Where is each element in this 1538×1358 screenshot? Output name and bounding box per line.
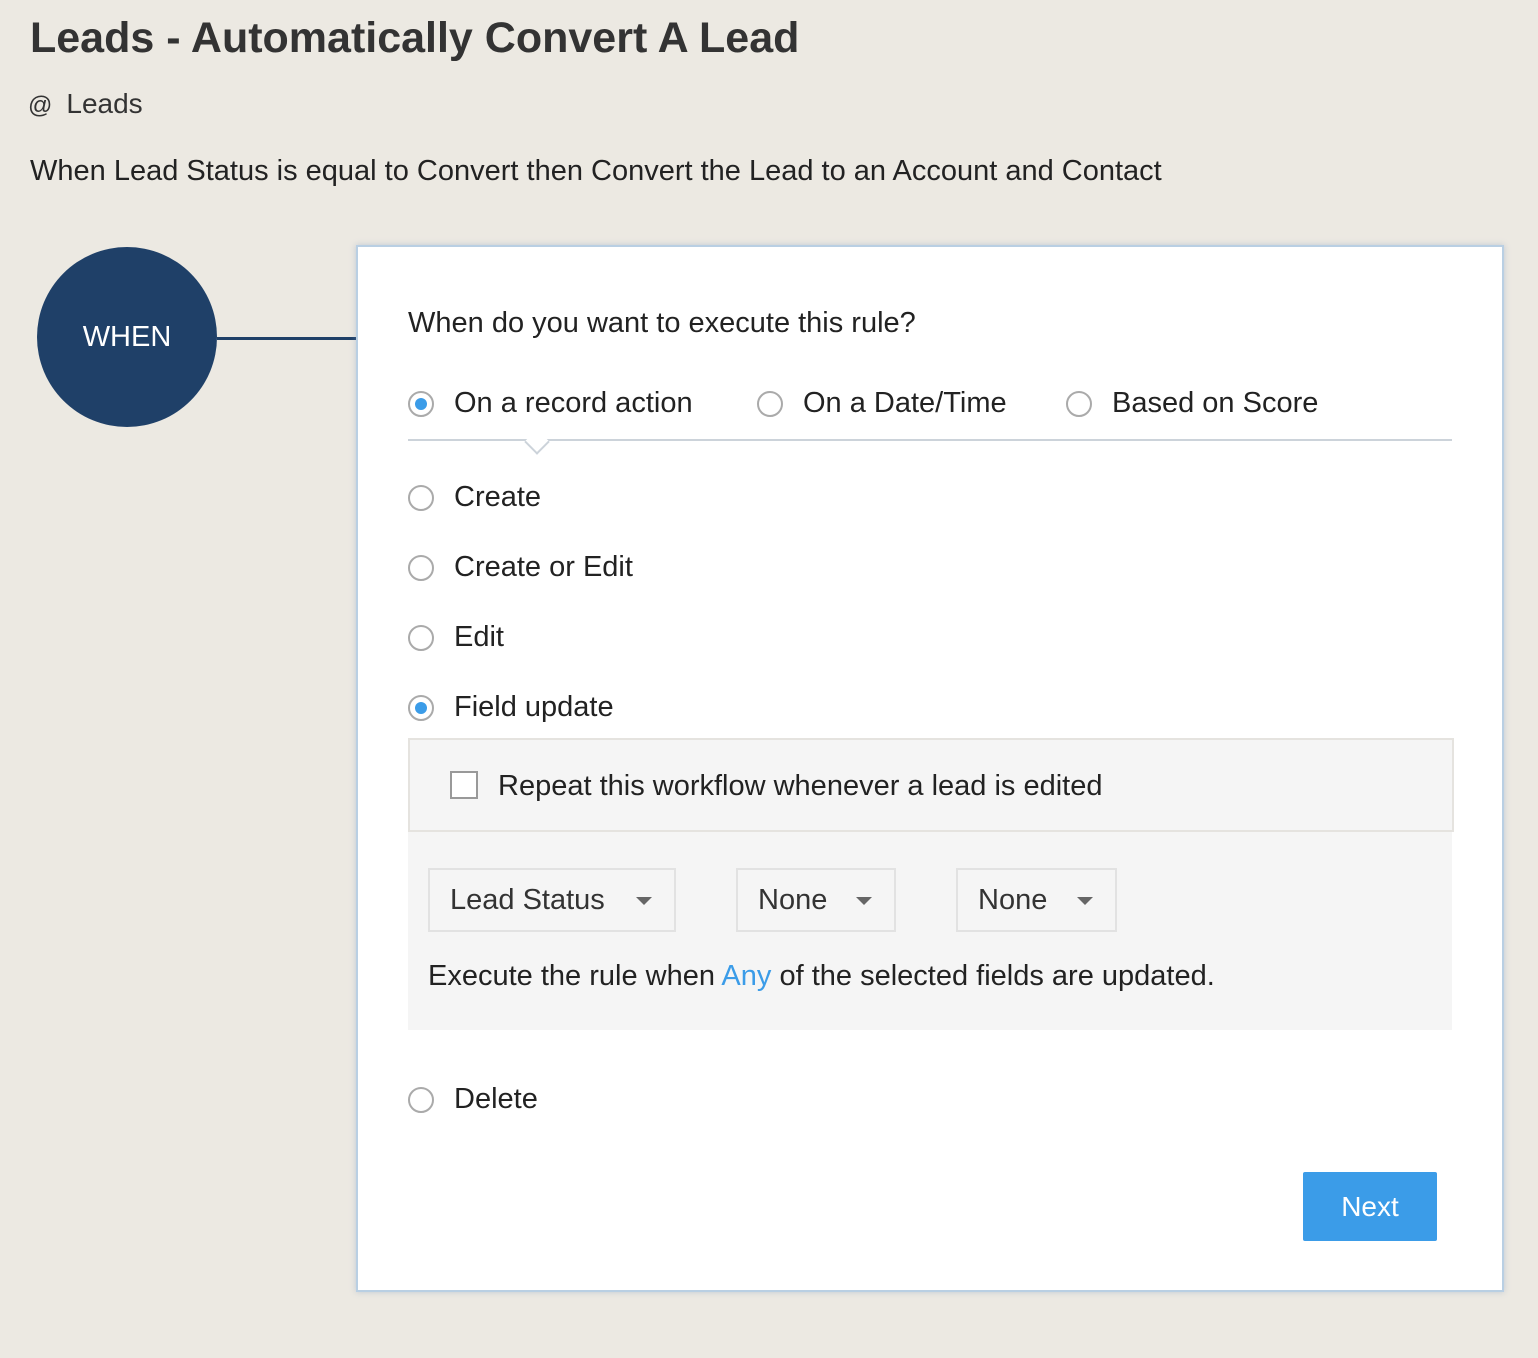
pointer-notch (524, 429, 550, 455)
option-label: Based on Score (1112, 387, 1319, 419)
action-create-or-edit[interactable]: Create or Edit (408, 551, 633, 584)
repeat-label: Repeat this workflow whenever a lead is … (498, 770, 1103, 802)
radio-icon[interactable] (408, 694, 434, 721)
divider (408, 439, 1452, 441)
select-value: Lead Status (450, 883, 605, 916)
option-label: On a Date/Time (803, 387, 1007, 419)
trigger-record-action[interactable]: On a record action (408, 387, 693, 420)
action-create[interactable]: Create (408, 481, 541, 514)
any-all-toggle-link[interactable]: Any (721, 960, 771, 992)
trigger-based-on-score[interactable]: Based on Score (1066, 387, 1318, 420)
option-label: Field update (454, 691, 614, 723)
action-edit[interactable]: Edit (408, 621, 504, 654)
option-label: Delete (454, 1083, 538, 1115)
exec-suffix: of the selected fields are updated. (771, 960, 1215, 992)
option-label: Create or Edit (454, 551, 633, 583)
option-label: On a record action (454, 387, 693, 419)
repeat-checkbox[interactable] (450, 771, 478, 799)
radio-icon[interactable] (1066, 390, 1092, 417)
radio-icon[interactable] (408, 1086, 434, 1113)
caret-down-icon (636, 897, 652, 905)
field-select-3[interactable]: None (956, 868, 1117, 932)
radio-icon[interactable] (408, 624, 434, 651)
field-select-lead-status[interactable]: Lead Status (428, 868, 676, 932)
question-label: When do you want to execute this rule? (408, 307, 916, 339)
next-button[interactable]: Next (1303, 1172, 1437, 1241)
page-title: Leads - Automatically Convert A Lead (30, 14, 800, 62)
field-select-2[interactable]: None (736, 868, 896, 932)
at-icon: @ (28, 92, 53, 119)
when-card: When do you want to execute this rule? O… (356, 245, 1504, 1292)
select-value: None (758, 883, 828, 916)
module-label: @ Leads (28, 88, 143, 120)
caret-down-icon (856, 897, 872, 905)
execute-condition-text: Execute the rule when Any of the selecte… (428, 960, 1215, 993)
when-step-node[interactable]: WHEN (37, 247, 217, 427)
trigger-date-time[interactable]: On a Date/Time (757, 387, 1007, 420)
radio-icon[interactable] (408, 390, 434, 417)
radio-icon[interactable] (408, 554, 434, 581)
rule-description: When Lead Status is equal to Convert the… (30, 155, 1162, 187)
action-field-update[interactable]: Field update (408, 691, 614, 724)
field-selection-panel: Lead Status None None Execute the rule w… (408, 832, 1452, 1030)
when-step-label: WHEN (82, 320, 172, 353)
select-value: None (978, 883, 1048, 916)
option-label: Create (454, 481, 542, 513)
module-name: Leads (66, 88, 143, 119)
radio-icon[interactable] (757, 390, 783, 417)
caret-down-icon (1077, 897, 1093, 905)
radio-icon[interactable] (408, 484, 434, 511)
option-label: Edit (454, 621, 504, 653)
step-connector (217, 337, 357, 340)
repeat-option: Repeat this workflow whenever a lead is … (408, 738, 1454, 832)
action-delete[interactable]: Delete (408, 1083, 538, 1116)
exec-prefix: Execute the rule when (428, 960, 722, 992)
